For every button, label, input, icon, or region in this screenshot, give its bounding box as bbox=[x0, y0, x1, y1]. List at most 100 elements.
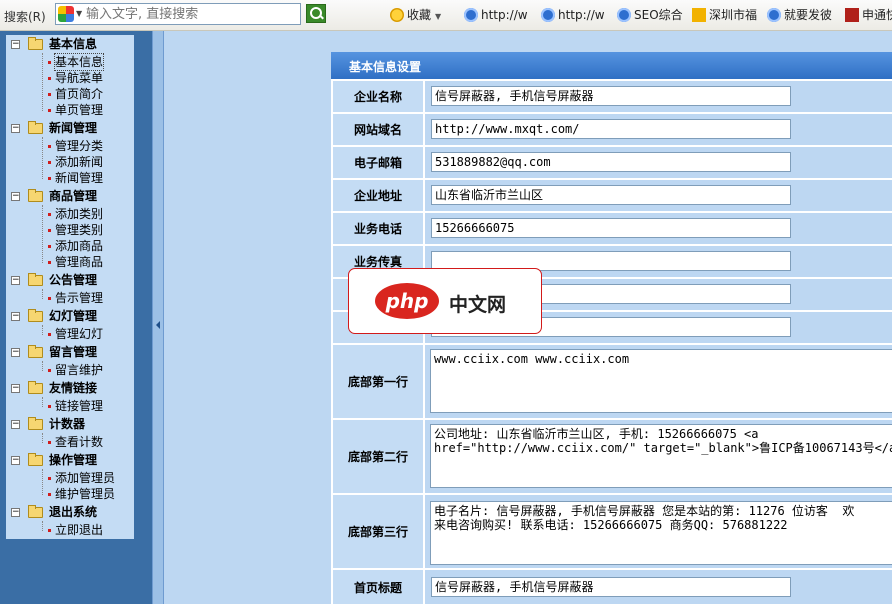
tree-item-label[interactable]: 留言维护 bbox=[55, 362, 103, 378]
bullet-icon bbox=[48, 493, 51, 496]
category-label: 计数器 bbox=[49, 417, 86, 431]
tree-item[interactable]: 添加新闻 bbox=[6, 154, 134, 170]
tree-item[interactable]: 添加商品 bbox=[6, 238, 134, 254]
tree-item-label[interactable]: 添加商品 bbox=[55, 238, 103, 254]
sidebar-splitter[interactable] bbox=[152, 31, 164, 604]
bookmark-item[interactable]: 申通快 bbox=[845, 6, 892, 24]
collapse-icon[interactable]: − bbox=[11, 276, 20, 285]
bullet-icon bbox=[48, 405, 51, 408]
bookmark-label: http://w bbox=[558, 8, 605, 22]
tree-category[interactable]: − 计数器 bbox=[6, 416, 134, 432]
bookmark-item[interactable]: http://w bbox=[541, 6, 605, 24]
collapse-icon[interactable]: − bbox=[11, 420, 20, 429]
field-label: 底部第一行 bbox=[333, 345, 423, 418]
tree-item[interactable]: 导航菜单 bbox=[6, 70, 134, 86]
bookmark-label: 就要发彼 bbox=[784, 8, 833, 22]
tree-item[interactable]: 管理分类 bbox=[6, 138, 134, 154]
footer-line3-textarea[interactable]: 电子名片: 信号屏蔽器, 手机信号屏蔽器 您是本站的第: 11276 位访客 欢… bbox=[430, 501, 892, 565]
sidebar-tree: − 基本信息 基本信息 导航菜单 首页简介 单页管理 − 新闻管理 管理分类 添… bbox=[6, 35, 134, 539]
tree-item-label[interactable]: 立即退出 bbox=[55, 522, 103, 538]
email-field[interactable]: 531889882@qq.com bbox=[431, 152, 791, 172]
tree-category[interactable]: − 幻灯管理 bbox=[6, 308, 134, 324]
bookmark-item[interactable]: 深圳市福 bbox=[692, 6, 757, 24]
search-box[interactable]: ▼ bbox=[55, 3, 301, 25]
bullet-icon bbox=[48, 297, 51, 300]
field-label: 企业名称 bbox=[333, 81, 423, 112]
bullet-icon bbox=[48, 529, 51, 532]
tree-category[interactable]: − 退出系统 bbox=[6, 504, 134, 520]
tree-item[interactable]: 单页管理 bbox=[6, 102, 134, 118]
tree-item[interactable]: 新闻管理 bbox=[6, 170, 134, 186]
category-label: 公告管理 bbox=[49, 273, 98, 287]
tree-item-label[interactable]: 导航菜单 bbox=[55, 70, 103, 86]
collapse-icon[interactable]: − bbox=[11, 192, 20, 201]
search-label: 搜索(R) bbox=[4, 10, 46, 24]
collapse-icon[interactable]: − bbox=[11, 508, 20, 517]
collapse-icon[interactable]: − bbox=[11, 312, 20, 321]
collapse-icon[interactable]: − bbox=[11, 384, 20, 393]
tree-item-label[interactable]: 首页简介 bbox=[55, 86, 103, 102]
footer-line2-textarea[interactable]: 公司地址: 山东省临沂市兰山区, 手机: 15266666075 <a href… bbox=[430, 424, 892, 488]
tree-category[interactable]: − 留言管理 bbox=[6, 344, 134, 360]
tree-category[interactable]: − 友情链接 bbox=[6, 380, 134, 396]
tree-item[interactable]: 管理商品 bbox=[6, 254, 134, 270]
tree-item[interactable]: 留言维护 bbox=[6, 362, 134, 378]
address-field[interactable]: 山东省临沂市兰山区 bbox=[431, 185, 791, 205]
bookmark-item[interactable]: http://w bbox=[464, 6, 528, 24]
field-label: 电子邮箱 bbox=[333, 147, 423, 178]
tree-item-label[interactable]: 查看计数 bbox=[55, 434, 103, 450]
field-label: 首页标题 bbox=[333, 570, 423, 604]
favorites-button[interactable]: 收藏 ▼ bbox=[390, 6, 441, 24]
tree-item[interactable]: 告示管理 bbox=[6, 290, 134, 306]
tree-item-label[interactable]: 添加类别 bbox=[55, 206, 103, 222]
domain-field[interactable]: http://www.mxqt.com/ bbox=[431, 119, 791, 139]
tree-category[interactable]: − 操作管理 bbox=[6, 452, 134, 468]
tree-item[interactable]: 立即退出 bbox=[6, 522, 134, 538]
footer-line1-textarea[interactable]: www.cciix.com www.cciix.com bbox=[430, 349, 892, 413]
search-input[interactable] bbox=[86, 5, 296, 23]
tree-item[interactable]: 管理类别 bbox=[6, 222, 134, 238]
tree-item-label[interactable]: 管理幻灯 bbox=[55, 326, 103, 342]
tree-item[interactable]: 查看计数 bbox=[6, 434, 134, 450]
tree-item-label[interactable]: 维护管理员 bbox=[55, 486, 115, 502]
collapse-icon[interactable]: − bbox=[11, 124, 20, 133]
company-name-field[interactable]: 信号屏蔽器, 手机信号屏蔽器 bbox=[431, 86, 791, 106]
bullet-icon bbox=[48, 61, 51, 64]
tree-item-label[interactable]: 告示管理 bbox=[55, 290, 103, 306]
search-engine-icon[interactable] bbox=[58, 6, 74, 22]
watermark-site-text: 中文网 bbox=[449, 294, 507, 316]
tree-item-label[interactable]: 单页管理 bbox=[55, 102, 103, 118]
tree-item-label[interactable]: 添加新闻 bbox=[55, 154, 103, 170]
collapse-icon[interactable]: − bbox=[11, 40, 20, 49]
tree-item-label[interactable]: 基本信息 bbox=[53, 53, 105, 71]
collapse-icon[interactable]: − bbox=[11, 348, 20, 357]
tree-item-label[interactable]: 管理商品 bbox=[55, 254, 103, 270]
bookmark-item[interactable]: 就要发彼 bbox=[767, 6, 832, 24]
tree-item[interactable]: 添加类别 bbox=[6, 206, 134, 222]
tree-item[interactable]: 基本信息 bbox=[6, 53, 134, 71]
form-header: 基本信息设置 bbox=[331, 52, 892, 79]
folder-icon bbox=[28, 345, 43, 358]
phone-field[interactable]: 15266666075 bbox=[431, 218, 791, 238]
tree-item-label[interactable]: 管理分类 bbox=[55, 138, 103, 154]
tree-category[interactable]: − 基本信息 bbox=[6, 36, 134, 52]
folder-icon bbox=[28, 37, 43, 50]
tree-item[interactable]: 管理幻灯 bbox=[6, 326, 134, 342]
tree-category[interactable]: − 新闻管理 bbox=[6, 120, 134, 136]
tree-item-label[interactable]: 添加管理员 bbox=[55, 470, 115, 486]
tree-item-label[interactable]: 新闻管理 bbox=[55, 170, 103, 186]
collapse-arrow-icon[interactable] bbox=[156, 321, 160, 329]
tree-category[interactable]: − 商品管理 bbox=[6, 188, 134, 204]
tree-item[interactable]: 添加管理员 bbox=[6, 470, 134, 486]
tree-item[interactable]: 首页简介 bbox=[6, 86, 134, 102]
tree-item[interactable]: 维护管理员 bbox=[6, 486, 134, 502]
homepage-title-field[interactable]: 信号屏蔽器, 手机信号屏蔽器 bbox=[431, 577, 791, 597]
tree-category[interactable]: − 公告管理 bbox=[6, 272, 134, 288]
tree-item[interactable]: 链接管理 bbox=[6, 398, 134, 414]
tree-item-label[interactable]: 链接管理 bbox=[55, 398, 103, 414]
chevron-down-icon[interactable]: ▼ bbox=[76, 9, 82, 18]
search-go-button[interactable] bbox=[306, 4, 326, 23]
collapse-icon[interactable]: − bbox=[11, 456, 20, 465]
bookmark-item[interactable]: SEO综合 bbox=[617, 6, 683, 24]
tree-item-label[interactable]: 管理类别 bbox=[55, 222, 103, 238]
